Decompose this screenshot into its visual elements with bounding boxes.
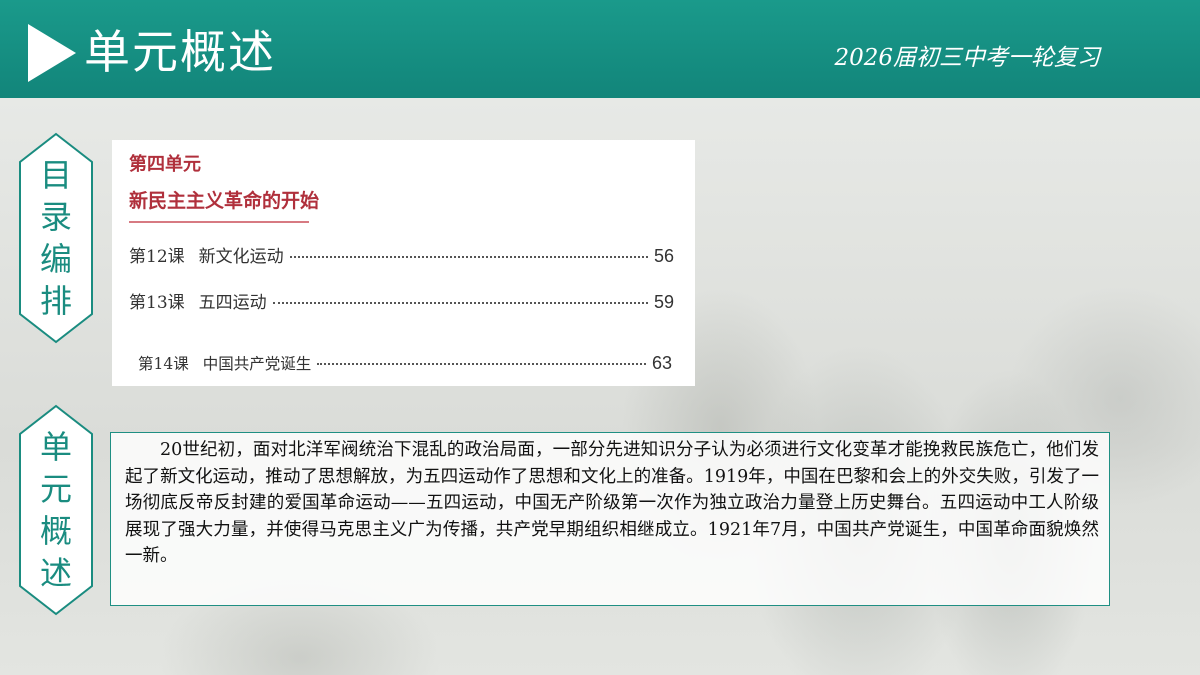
lesson-number: 第14课: [138, 355, 189, 373]
summary-side-char-1: 单: [39, 428, 72, 466]
summary-side-label: 单 元 概 述: [16, 404, 96, 616]
toc-side-char-4: 排: [39, 282, 72, 320]
toc-side-char-2: 录: [39, 198, 72, 236]
lesson-name: 新文化运动: [198, 247, 284, 267]
lesson-number: 第13课: [129, 293, 185, 313]
toc-entry: 第14课 中国共产党诞生 63: [138, 352, 672, 374]
unit-title: 新民主主义革命的开始: [129, 190, 320, 212]
lesson-page: 56: [653, 246, 674, 266]
toc-side-char-1: 目: [39, 156, 72, 194]
title-bar: 单元概述 2026届初三中考一轮复习: [0, 0, 1200, 98]
lesson-page: 63: [651, 353, 672, 373]
course-subtitle: 2026届初三中考一轮复习: [834, 45, 1100, 71]
leader-dots: [272, 302, 648, 304]
summary-side-char-2: 元: [39, 470, 72, 508]
unit-label: 第四单元: [129, 154, 201, 175]
toc-side-char-3: 编: [39, 240, 72, 278]
unit-summary-text: 20世纪初，面对北洋军阀统治下混乱的政治局面，一部分先进知识分子认为必须进行文化…: [125, 440, 1099, 566]
leader-dots: [289, 256, 648, 258]
table-of-contents: 第四单元 新民主主义革命的开始 第12课 新文化运动 56 第13课 五四运动 …: [112, 140, 695, 386]
lesson-page: 59: [653, 292, 674, 312]
summary-side-char-3: 概: [39, 512, 72, 550]
lesson-number: 第12课: [129, 247, 185, 267]
unit-summary-box: 20世纪初，面对北洋军阀统治下混乱的政治局面，一部分先进知识分子认为必须进行文化…: [110, 432, 1110, 606]
play-arrow-icon: [28, 24, 76, 82]
page-title: 单元概述: [84, 25, 276, 79]
toc-entry: 第12课 新文化运动 56: [129, 242, 674, 267]
lesson-name: 五四运动: [198, 293, 267, 313]
toc-side-label: 目 录 编 排: [16, 132, 96, 344]
leader-dots: [317, 363, 646, 365]
toc-entry: 第13课 五四运动 59: [129, 288, 674, 313]
summary-side-char-4: 述: [39, 554, 72, 592]
title-underline: [129, 221, 309, 223]
lesson-name: 中国共产党诞生: [202, 355, 312, 373]
